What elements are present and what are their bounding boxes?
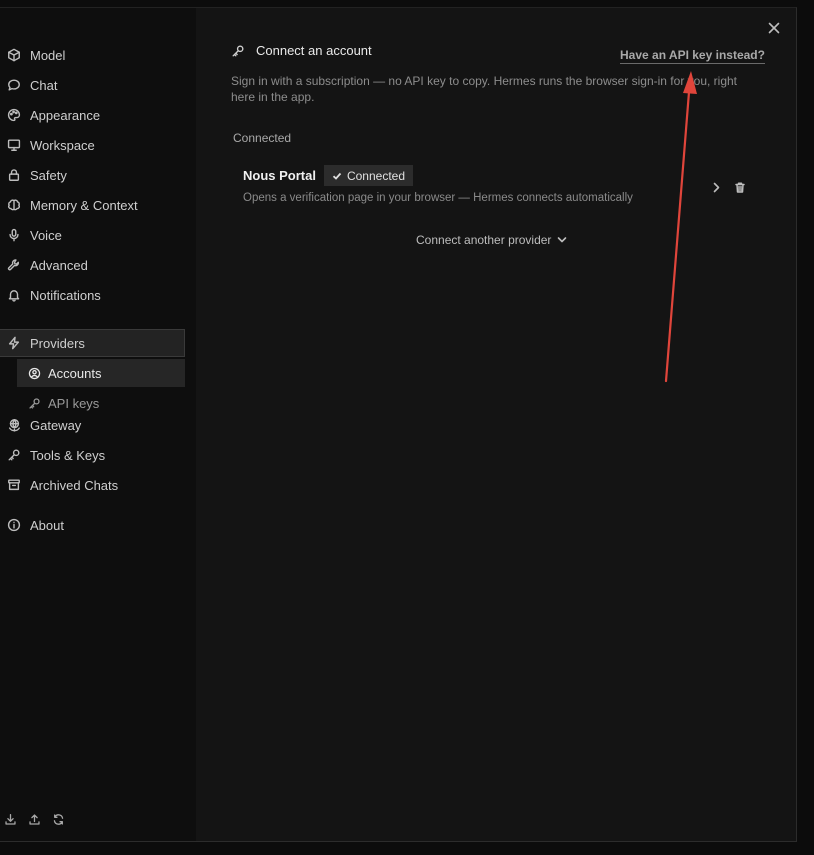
provider-open-button[interactable]	[710, 180, 722, 194]
sidebar: Model Chat Appearance Workspace Safety M…	[0, 8, 196, 841]
status-badge-label: Connected	[346, 168, 406, 183]
wrench-icon	[6, 257, 22, 273]
brain-icon	[6, 197, 22, 213]
archive-icon	[6, 477, 22, 493]
sidebar-item-workspace[interactable]: Workspace	[0, 131, 185, 159]
sidebar-subitem-accounts[interactable]: Accounts	[17, 359, 185, 387]
sidebar-subitem-label: API keys	[48, 395, 100, 411]
monitor-icon	[6, 137, 22, 153]
provider-delete-button[interactable]	[734, 180, 746, 194]
sidebar-item-label: Providers	[30, 335, 85, 351]
sidebar-item-label: Tools & Keys	[30, 447, 106, 463]
key-icon	[6, 447, 22, 463]
sidebar-item-label: Notifications	[30, 287, 101, 303]
microphone-icon	[6, 227, 22, 243]
sidebar-subitem-label: Accounts	[48, 365, 102, 381]
chevron-right-icon	[713, 182, 719, 192]
sidebar-item-model[interactable]: Model	[0, 41, 185, 69]
sidebar-item-advanced[interactable]: Advanced	[0, 251, 185, 279]
sidebar-item-voice[interactable]: Voice	[0, 221, 185, 249]
sidebar-item-label: Workspace	[30, 137, 95, 153]
sidebar-item-chat[interactable]: Chat	[0, 71, 185, 99]
sidebar-item-gateway[interactable]: Gateway	[0, 411, 185, 439]
main-panel: Connect an account Have an API key inste…	[196, 8, 796, 841]
close-icon	[768, 22, 780, 34]
sidebar-footer	[0, 811, 66, 827]
globe-icon	[6, 417, 22, 433]
sidebar-item-notifications[interactable]: Notifications	[0, 281, 185, 309]
sidebar-item-tools-keys[interactable]: Tools & Keys	[0, 441, 185, 469]
user-circle-icon	[26, 365, 42, 381]
description: Sign in with a subscription — no API key…	[231, 74, 738, 104]
bell-icon	[6, 287, 22, 303]
api-key-link[interactable]: Have an API key instead?	[620, 48, 765, 64]
settings-window: Model Chat Appearance Workspace Safety M…	[0, 7, 797, 842]
page-title: Connect an account	[256, 43, 372, 58]
refresh-icon[interactable]	[50, 811, 66, 827]
palette-icon	[6, 107, 22, 123]
sidebar-item-label: Model	[30, 47, 66, 63]
sidebar-item-providers[interactable]: Providers	[0, 329, 185, 357]
sidebar-item-label: Voice	[30, 227, 62, 243]
sidebar-item-label: Safety	[30, 167, 67, 183]
sidebar-item-appearance[interactable]: Appearance	[0, 101, 185, 129]
key-icon	[232, 44, 244, 57]
sidebar-item-label: About	[30, 517, 64, 533]
lightning-icon	[6, 335, 22, 351]
sidebar-item-label: Chat	[30, 77, 58, 93]
trash-icon	[735, 182, 745, 193]
chat-bubble-icon	[6, 77, 22, 93]
upload-icon[interactable]	[26, 811, 42, 827]
provider-name: Nous Portal	[243, 168, 316, 183]
sidebar-item-archived-chats[interactable]: Archived Chats	[0, 471, 185, 499]
status-badge: Connected	[323, 165, 414, 186]
provider-row: Nous Portal Connected	[243, 165, 414, 186]
connect-another-provider-button[interactable]: Connect another provider	[416, 233, 567, 247]
sidebar-item-memory-context[interactable]: Memory & Context	[0, 191, 185, 219]
download-icon[interactable]	[2, 811, 18, 827]
sidebar-item-label: Archived Chats	[30, 477, 119, 493]
sidebar-item-label: Advanced	[30, 257, 88, 273]
close-button[interactable]	[766, 20, 782, 36]
key-icon	[26, 395, 42, 411]
check-icon	[332, 172, 342, 180]
cube-icon	[6, 47, 22, 63]
sidebar-item-label: Appearance	[30, 107, 101, 123]
sidebar-item-safety[interactable]: Safety	[0, 161, 185, 189]
section-header: Connect an account	[231, 43, 372, 58]
info-icon	[6, 517, 22, 533]
connected-section-label: Connected	[233, 131, 292, 145]
provider-subtitle: Opens a verification page in your browse…	[243, 192, 633, 204]
chevron-down-icon	[558, 237, 567, 243]
sidebar-item-label: Gateway	[30, 417, 82, 433]
sidebar-item-about[interactable]: About	[0, 511, 185, 539]
sidebar-item-label: Memory & Context	[30, 197, 138, 213]
lock-icon	[6, 167, 22, 183]
connect-another-label: Connect another provider	[416, 233, 552, 247]
